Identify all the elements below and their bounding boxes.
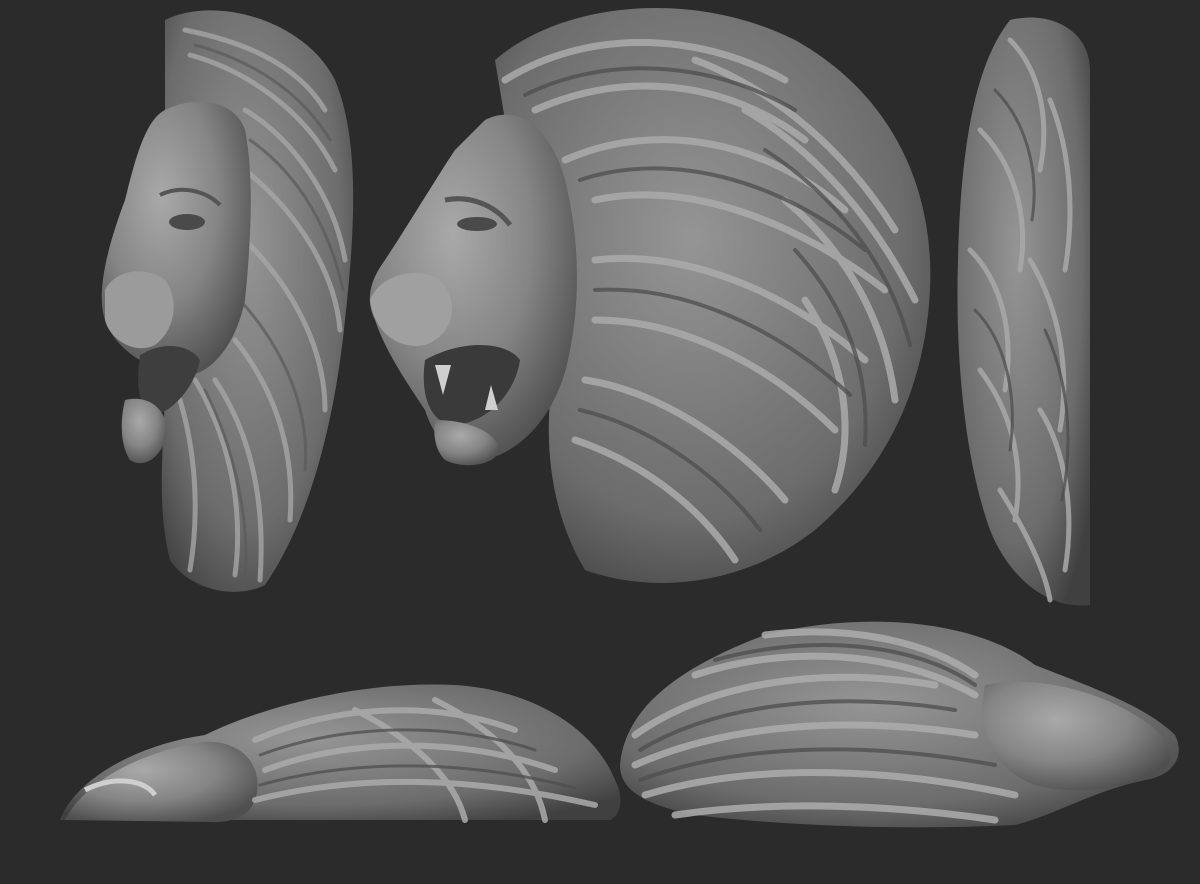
- back-view: [957, 17, 1090, 606]
- bottom-view-right: [620, 621, 1179, 828]
- side-view: [369, 7, 931, 583]
- viewport: [0, 0, 1200, 884]
- three-quarter-view: [101, 10, 354, 592]
- bottom-view-left: [60, 684, 621, 823]
